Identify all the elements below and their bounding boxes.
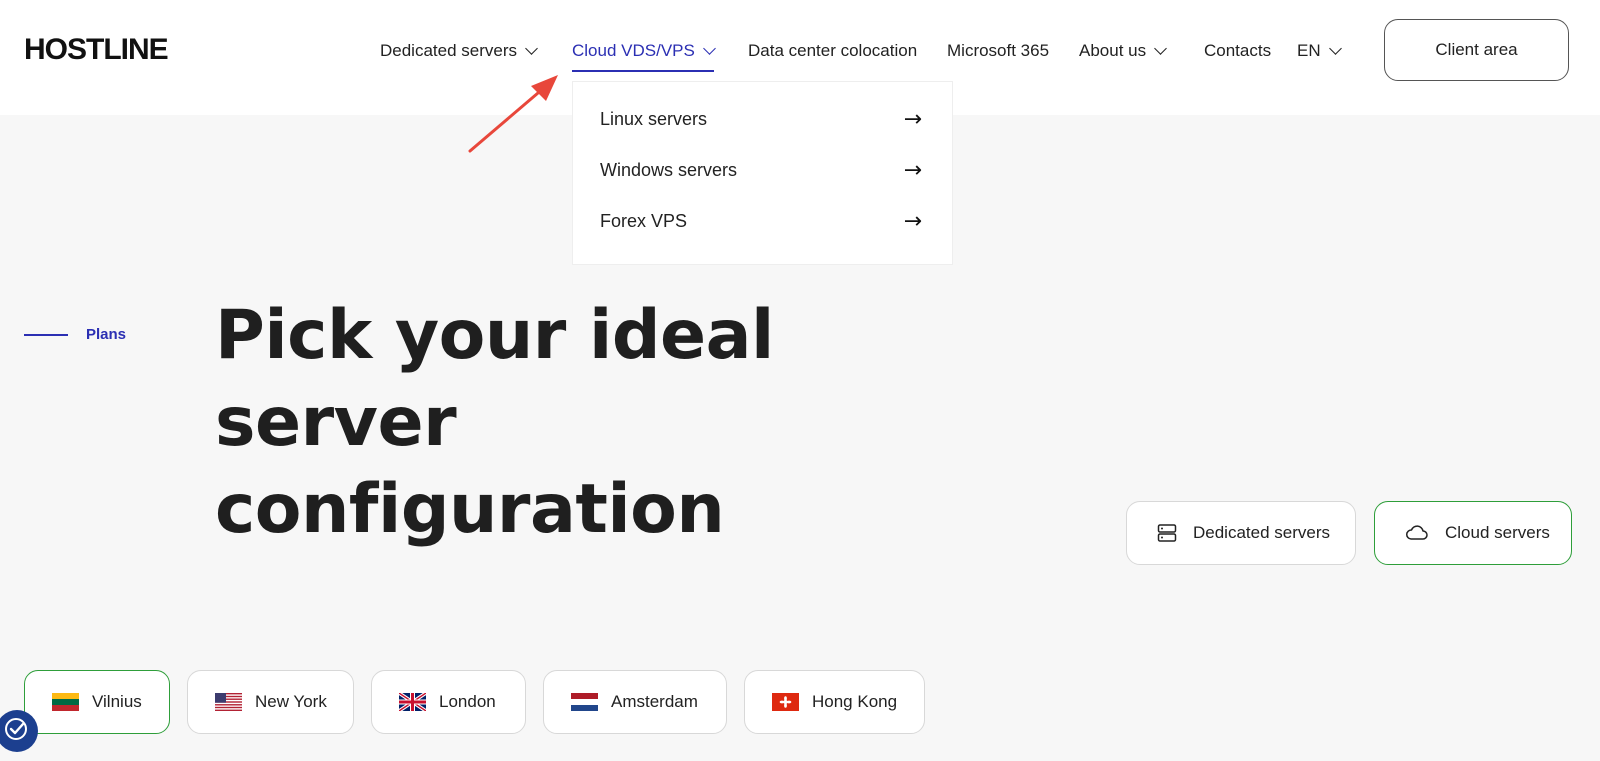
dropdown-item-label: Windows servers — [600, 159, 738, 180]
cloud-servers-toggle[interactable]: Cloud servers — [1374, 501, 1572, 565]
dedicated-servers-label: Dedicated servers — [1193, 523, 1331, 542]
location-new-york[interactable]: New York — [187, 670, 354, 734]
server-icon — [1157, 523, 1177, 543]
site-logo[interactable]: HOSTLINE — [24, 33, 169, 67]
title-line-1: Pick your ideal — [215, 296, 774, 375]
chevron-down-icon — [1328, 41, 1342, 55]
location-hong-kong[interactable]: Hong Kong — [744, 670, 925, 734]
accessibility-button[interactable] — [0, 710, 38, 752]
nav-data-center-colocation[interactable]: Data center colocation — [748, 40, 917, 62]
nav-about-us[interactable]: About us — [1079, 40, 1167, 62]
section-label-line — [24, 333, 68, 336]
arrow-right-icon: → — [903, 208, 922, 234]
arrow-right-icon: → — [903, 106, 922, 132]
language-selector[interactable]: EN — [1297, 40, 1342, 62]
chevron-down-icon — [1154, 41, 1167, 55]
client-area-button[interactable]: Client area — [1384, 19, 1569, 81]
chevron-down-icon — [702, 41, 716, 55]
uk-flag-icon — [399, 693, 426, 711]
nav-dedicated-servers[interactable]: Dedicated servers — [380, 40, 538, 62]
nav-cloud-vds-vps[interactable]: Cloud VDS/VPS — [572, 40, 716, 72]
nav-label: Cloud VDS/VPS — [572, 41, 695, 60]
title-line-3: configuration — [215, 470, 725, 549]
nav-contacts[interactable]: Contacts — [1204, 40, 1271, 62]
nav-microsoft-365[interactable]: Microsoft 365 — [947, 40, 1049, 62]
dropdown-item-forex-vps[interactable]: Forex VPS → — [600, 208, 922, 234]
dropdown-item-linux-servers[interactable]: Linux servers → — [600, 106, 922, 132]
dedicated-servers-toggle[interactable]: Dedicated servers — [1126, 501, 1356, 565]
location-london[interactable]: London — [371, 670, 526, 734]
nav-label: Contacts — [1204, 41, 1272, 60]
cloud-vds-dropdown-menu: Linux servers → Windows servers → Forex … — [572, 81, 953, 265]
plans-label: Plans — [86, 326, 127, 343]
nav-label: Microsoft 365 — [947, 41, 1050, 60]
language-label: EN — [1297, 41, 1321, 60]
netherlands-flag-icon — [571, 693, 598, 711]
nav-label: Dedicated servers — [380, 41, 518, 60]
dropdown-item-label: Linux servers — [600, 108, 708, 129]
usa-flag-icon — [215, 693, 242, 711]
lithuania-flag-icon — [52, 693, 79, 711]
location-label: London — [439, 692, 496, 711]
dropdown-item-label: Forex VPS — [600, 210, 688, 231]
hong-kong-flag-icon — [772, 693, 799, 711]
nav-label: About us — [1079, 41, 1147, 60]
section-label: Plans — [24, 326, 126, 343]
nav-label: Data center colocation — [748, 41, 918, 60]
dropdown-item-windows-servers[interactable]: Windows servers → — [600, 157, 922, 183]
location-vilnius[interactable]: Vilnius — [24, 670, 170, 734]
location-label: New York — [255, 692, 327, 711]
page-title: Pick your ideal server configuration — [215, 292, 835, 553]
location-amsterdam[interactable]: Amsterdam — [543, 670, 727, 734]
cloud-icon — [1405, 524, 1429, 542]
location-label: Amsterdam — [611, 692, 698, 711]
accessibility-icon — [3, 715, 31, 748]
location-label: Vilnius — [92, 692, 142, 711]
chevron-down-icon — [525, 41, 538, 55]
location-label: Hong Kong — [812, 692, 898, 711]
cloud-servers-label: Cloud servers — [1445, 523, 1550, 542]
arrow-right-icon: → — [903, 157, 922, 183]
title-line-2: server — [215, 383, 457, 462]
